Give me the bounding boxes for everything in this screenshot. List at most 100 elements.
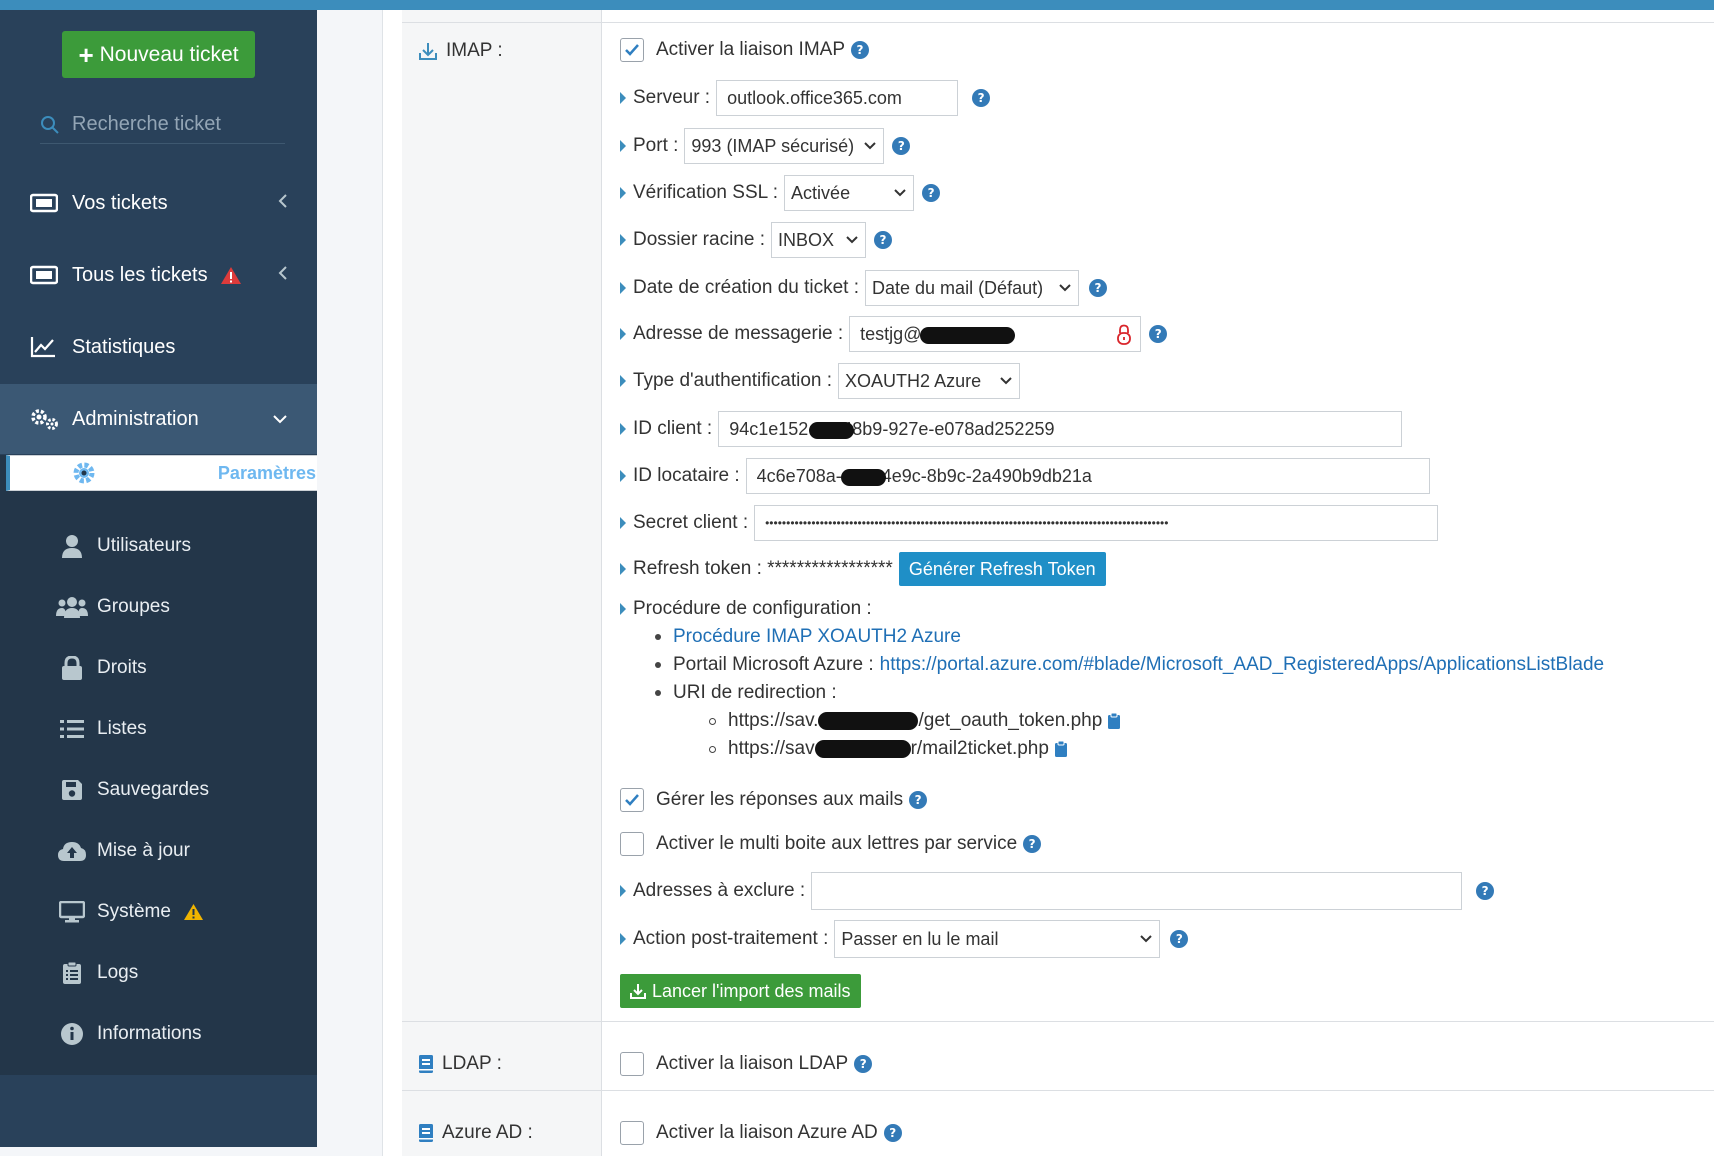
ssl-value: Activée <box>791 182 851 203</box>
server-row: Serveur : outlook.office365.com ? <box>620 80 991 116</box>
client-id-input[interactable]: 94c1e152- -48b9-927e-e078ad252259 <box>718 411 1403 447</box>
imap-enable-row: Activer la liaison IMAP ? <box>620 38 870 62</box>
tenant-id-input[interactable]: 4c6e708a- -4e9c-8b9c-2a490b9db21a <box>745 458 1430 494</box>
root-folder-select[interactable]: INBOX <box>771 222 866 258</box>
ticket-date-select[interactable]: Date du mail (Défaut) <box>865 270 1080 306</box>
exclude-addresses-label: Adresses à exclure : <box>633 880 806 901</box>
sidebar-item-vos-tickets[interactable]: Vos tickets <box>0 168 317 238</box>
redirect-uri-item: https://sav. /get_oauth_token.php <box>709 710 1121 732</box>
port-select[interactable]: 993 (IMAP sécurisé) <box>684 128 885 164</box>
sidebar-footer <box>0 1075 317 1147</box>
port-value: 993 (IMAP sécurisé) <box>691 135 855 156</box>
help-icon[interactable]: ? <box>1149 325 1168 343</box>
settings-label-column <box>402 10 602 1156</box>
auth-type-select[interactable]: XOAUTH2 Azure <box>838 363 1021 399</box>
sidebar-item-tous-les-tickets[interactable]: Tous les tickets <box>0 240 317 310</box>
submenu-item-droits[interactable]: Droits <box>0 638 317 698</box>
ssl-label: Vérification SSL : <box>633 182 779 203</box>
chevron-left-icon <box>277 192 289 216</box>
sidebar-top-strip <box>0 0 317 10</box>
help-icon[interactable]: ? <box>851 41 870 59</box>
help-icon[interactable]: ? <box>1476 882 1495 900</box>
sidebar-item-administration[interactable]: Administration <box>0 384 317 454</box>
ticket-search <box>40 106 285 144</box>
post-action-label: Action post-traitement : <box>633 928 829 949</box>
new-ticket-label: Nouveau ticket <box>99 42 239 66</box>
auth-type-row: Type d'authentification : XOAUTH2 Azure <box>620 363 1021 399</box>
download-icon <box>630 983 646 999</box>
help-icon[interactable]: ? <box>909 791 928 809</box>
search-input[interactable] <box>72 113 272 136</box>
submenu-item-logs[interactable]: Logs <box>0 943 317 1003</box>
launch-mail-import-button[interactable]: Lancer l'import des mails <box>620 974 861 1008</box>
help-icon[interactable]: ? <box>883 1124 902 1142</box>
row-separator <box>402 1090 1714 1091</box>
submenu-item-groupes[interactable]: Groupes <box>0 577 317 637</box>
help-icon[interactable]: ? <box>892 137 911 155</box>
portal-label: Portail Microsoft Azure : <box>673 654 874 675</box>
help-icon[interactable]: ? <box>1089 279 1108 297</box>
caret-right-icon <box>620 92 626 104</box>
launch-mail-import-label: Lancer l'import des mails <box>652 980 851 1001</box>
client-secret-input[interactable]: ••••••••••••••••••••••••••••••••••••••••… <box>754 505 1439 541</box>
submenu-item-label: Sauvegardes <box>97 779 209 800</box>
ssl-select[interactable]: Activée <box>784 175 915 211</box>
submenu-item-informations[interactable]: Informations <box>0 1004 317 1064</box>
imap-enable-label: Activer la liaison IMAP <box>656 39 846 60</box>
new-ticket-button[interactable]: + Nouveau ticket <box>62 31 255 78</box>
email-input[interactable]: testjg@ <box>849 316 1142 352</box>
ldap-section-label: LDAP : <box>418 1053 502 1075</box>
warning-icon <box>220 266 242 285</box>
client-secret-row: Secret client : ••••••••••••••••••••••••… <box>620 505 1439 541</box>
help-icon[interactable]: ? <box>1023 835 1042 853</box>
procedure-link[interactable]: Procédure IMAP XOAUTH2 Azure <box>673 626 961 648</box>
server-value: outlook.office365.com <box>727 87 902 108</box>
redacted-mark <box>814 740 911 758</box>
caret-right-icon <box>620 470 626 482</box>
submenu-item-systeme[interactable]: Système <box>0 882 317 942</box>
submenu-item-mise-a-jour[interactable]: Mise à jour <box>0 821 317 881</box>
exclude-addresses-input[interactable] <box>811 872 1463 910</box>
ldap-enable-row: Activer la liaison LDAP ? <box>620 1052 873 1076</box>
clipboard-icon[interactable] <box>1107 712 1121 730</box>
refresh-token-label: Refresh token : ***************** <box>633 558 893 579</box>
azure-ad-enable-checkbox[interactable] <box>620 1121 644 1145</box>
submenu-item-parametres[interactable]: Paramètres <box>6 455 323 491</box>
caret-right-icon <box>620 563 626 575</box>
save-icon <box>55 779 89 801</box>
client-secret-label: Secret client : <box>633 512 749 533</box>
manage-replies-checkbox[interactable] <box>620 788 644 812</box>
clipboard-icon[interactable] <box>1054 740 1068 758</box>
refresh-token-row: Refresh token : ***************** Génére… <box>620 552 1106 586</box>
submenu-item-utilisateurs[interactable]: Utilisateurs <box>0 516 317 576</box>
submenu-item-listes[interactable]: Listes <box>0 699 317 759</box>
server-input[interactable]: outlook.office365.com <box>716 80 959 116</box>
submenu-item-label: Logs <box>97 962 139 983</box>
book-icon <box>418 1123 434 1143</box>
chart-line-icon <box>30 336 66 358</box>
ldap-enable-checkbox[interactable] <box>620 1052 644 1076</box>
help-icon[interactable]: ? <box>854 1055 873 1073</box>
ticket-icon <box>30 265 66 285</box>
sidebar-item-statistiques[interactable]: Statistiques <box>0 312 317 382</box>
portal-link[interactable]: https://portal.azure.com/#blade/Microsof… <box>880 654 1605 676</box>
redirect-uri-label: URI de redirection : <box>673 682 837 703</box>
multi-mailbox-checkbox[interactable] <box>620 832 644 856</box>
tenant-id-label: ID locataire : <box>633 465 740 486</box>
ldap-enable-label: Activer la liaison LDAP <box>656 1053 849 1074</box>
submenu-item-label: Paramètres <box>217 462 316 483</box>
help-icon[interactable]: ? <box>922 184 941 202</box>
azure-ad-enable-row: Activer la liaison Azure AD ? <box>620 1121 902 1145</box>
caret-right-icon <box>620 328 626 340</box>
imap-enable-checkbox[interactable] <box>620 38 644 62</box>
generate-refresh-token-button[interactable]: Générer Refresh Token <box>898 552 1106 586</box>
post-action-select[interactable]: Passer en lu le mail <box>834 920 1161 958</box>
submenu-item-sauvegardes[interactable]: Sauvegardes <box>0 760 317 820</box>
help-icon[interactable]: ? <box>972 89 991 107</box>
caret-right-icon <box>620 933 626 945</box>
warning-icon <box>183 903 204 921</box>
help-icon[interactable]: ? <box>1170 930 1189 948</box>
users-icon <box>55 596 89 618</box>
help-icon[interactable]: ? <box>874 231 892 249</box>
submenu-item-label: Système <box>97 901 171 922</box>
